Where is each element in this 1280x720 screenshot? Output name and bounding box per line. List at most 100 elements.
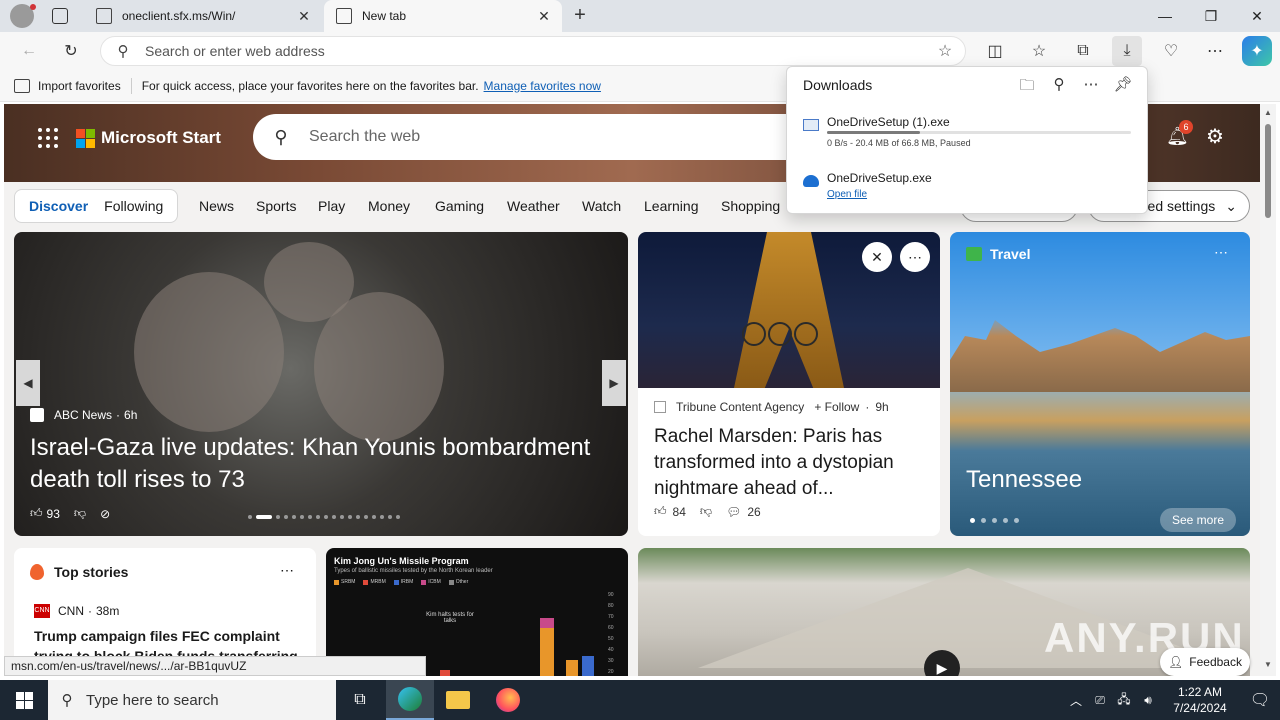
new-tab-button[interactable]: + [568,4,592,28]
pin-icon[interactable]: 📌︎ [1113,75,1133,100]
nav-gaming[interactable]: Gaming [435,198,484,214]
story-headline[interactable]: Israel-Gaza live updates: Khan Younis bo… [30,432,620,496]
feedback-button[interactable]: 👤︎ Feedback [1160,648,1250,676]
maximize-button[interactable]: ❐ [1188,0,1234,32]
travel-place[interactable]: Tennessee [966,466,1082,494]
search-downloads-icon[interactable]: ⚲ [1049,75,1069,100]
network-icon[interactable]: 🖧︎ [1112,690,1136,711]
nav-shopping[interactable]: Shopping [721,198,780,214]
carousel-next-button[interactable]: ▶ [602,360,626,406]
close-window-button[interactable]: ✕ [1234,0,1280,32]
tab-actions-icon[interactable] [52,8,68,24]
hide-story-icon[interactable]: ⊘ [100,507,110,521]
split-screen-icon[interactable]: ◫ [980,36,1010,66]
comment-icon[interactable]: 💬︎ [726,505,741,519]
y-tick: 40 [608,647,614,653]
downloads-icon[interactable]: ⤓ [1112,36,1142,66]
edge-browser-icon[interactable] [386,680,434,720]
minimize-button[interactable]: — [1142,0,1188,32]
nav-watch[interactable]: Watch [582,198,621,214]
favorites-hint: For quick access, place your favorites h… [141,78,479,93]
dislike-icon[interactable]: 👎︎ [700,504,712,519]
follow-button[interactable]: + Follow [814,400,859,414]
open-folder-icon[interactable]: 🗀︎ [1017,75,1037,100]
notifications-bell-icon[interactable]: 🔔︎ 6 [1166,120,1193,148]
collections-icon[interactable]: ⧉ [1068,36,1098,66]
settings-more-icon[interactable]: ⋯ [1200,36,1230,66]
scrollbar-thumb[interactable] [1265,124,1271,218]
page-scrollbar[interactable]: ▲ ▼ [1260,104,1276,676]
chart-y-ticks: 90 80 70 60 50 40 30 20 [608,590,614,676]
back-icon[interactable]: ← [14,36,44,66]
firefox-icon[interactable] [484,680,532,720]
dismiss-story-icon[interactable]: ✕ [862,242,892,272]
story-actions: 👍︎ 93 👎︎ ⊘ [30,506,124,521]
copilot-icon[interactable]: ✦ [1242,36,1272,66]
more-options-icon[interactable]: ⋯ [1081,75,1101,100]
profile-alert-dot [30,4,36,10]
settings-label: ed settings [1147,198,1216,214]
story-meta: Tribune Content Agency + Follow · 9h [654,400,889,414]
tab-following[interactable]: Following [96,198,171,214]
travel-icon [966,247,982,261]
story-headline[interactable]: Rachel Marsden: Paris has transformed in… [654,424,930,502]
more-options-icon[interactable]: ⋯ [280,562,294,579]
favorites-icon[interactable]: ☆ [1024,36,1054,66]
add-favorite-icon[interactable]: ☆ [925,41,965,61]
tab-discover[interactable]: Discover [21,198,96,214]
taskbar-search-placeholder: Type here to search [86,691,219,709]
more-options-icon[interactable]: ⋯ [900,242,930,272]
nav-play[interactable]: Play [318,198,345,214]
show-hidden-icons-icon[interactable]: ︿ [1064,692,1088,709]
tab-new-tab[interactable]: New tab ✕ [324,0,562,32]
see-more-button[interactable]: See more [1160,508,1237,532]
import-icon [14,78,30,93]
taskbar-search-box[interactable]: ⚲ Type here to search [48,680,336,720]
scroll-down-icon[interactable]: ▼ [1264,660,1272,669]
tab-close-icon[interactable]: ✕ [532,8,556,25]
page-settings-gear-icon[interactable]: ⚙ [1206,124,1224,149]
device-icon[interactable]: ⎚ [1088,693,1112,708]
carousel-prev-button[interactable]: ◀ [16,360,40,406]
tab-close-icon[interactable]: ✕ [292,8,316,25]
travel-header: Travel [966,246,1030,262]
like-count: 84 [672,504,686,519]
app-launcher-icon[interactable] [38,128,58,148]
task-view-icon[interactable]: ⧉ [336,680,384,720]
open-file-link[interactable]: Open file [827,189,867,200]
start-button-icon[interactable] [0,680,48,720]
nav-money[interactable]: Money [368,198,410,214]
manage-favorites-link[interactable]: Manage favorites now [484,79,601,93]
nav-sports[interactable]: Sports [256,198,296,214]
top-stories-label: Top stories [54,564,129,580]
tab-oneclient[interactable]: oneclient.sfx.ms/Win/ ✕ [84,0,322,32]
nav-weather[interactable]: Weather [507,198,560,214]
nav-learning[interactable]: Learning [644,198,699,214]
like-icon[interactable]: 👍︎ [654,504,667,519]
like-count: 93 [46,506,60,521]
more-options-icon[interactable]: ⋯ [1214,244,1228,261]
y-tick: 90 [608,592,614,598]
like-icon[interactable]: 👍︎ [30,506,43,521]
download-progress-bar [827,131,1131,134]
nav-news[interactable]: News [199,198,234,214]
microsoft-start-logo[interactable]: Microsoft Start [76,128,221,148]
dislike-icon[interactable]: 👎︎ [74,506,86,521]
web-search-placeholder: Search the web [309,128,421,145]
web-search-box[interactable]: ⚲ Search the web [253,114,813,160]
volume-icon[interactable]: 🔊︎ [1136,693,1160,708]
refresh-icon[interactable]: ↻ [56,36,86,66]
brand-name: Microsoft Start [101,128,221,147]
address-bar[interactable]: ⚲ Search or enter web address ☆ [100,36,966,66]
file-explorer-icon[interactable] [434,680,482,720]
main-story-card[interactable]: ◀ ▶ ABC News · 6h Israel-Gaza live updat… [14,232,628,536]
story-card-paris[interactable]: ✕ ⋯ Tribune Content Agency + Follow · 9h… [638,232,940,536]
abc-news-icon [30,408,44,422]
olympic-rings-icon [742,322,818,346]
notification-center-icon[interactable]: 🗨︎ [1240,690,1280,710]
import-favorites-button[interactable]: Import favorites [14,78,121,93]
browser-essentials-icon[interactable]: ♡ [1156,36,1186,66]
clock[interactable]: 1:22 AM 7/24/2024 [1160,684,1240,716]
scroll-up-icon[interactable]: ▲ [1264,108,1272,117]
travel-card[interactable]: Travel ⋯ Tennessee See more [950,232,1250,536]
